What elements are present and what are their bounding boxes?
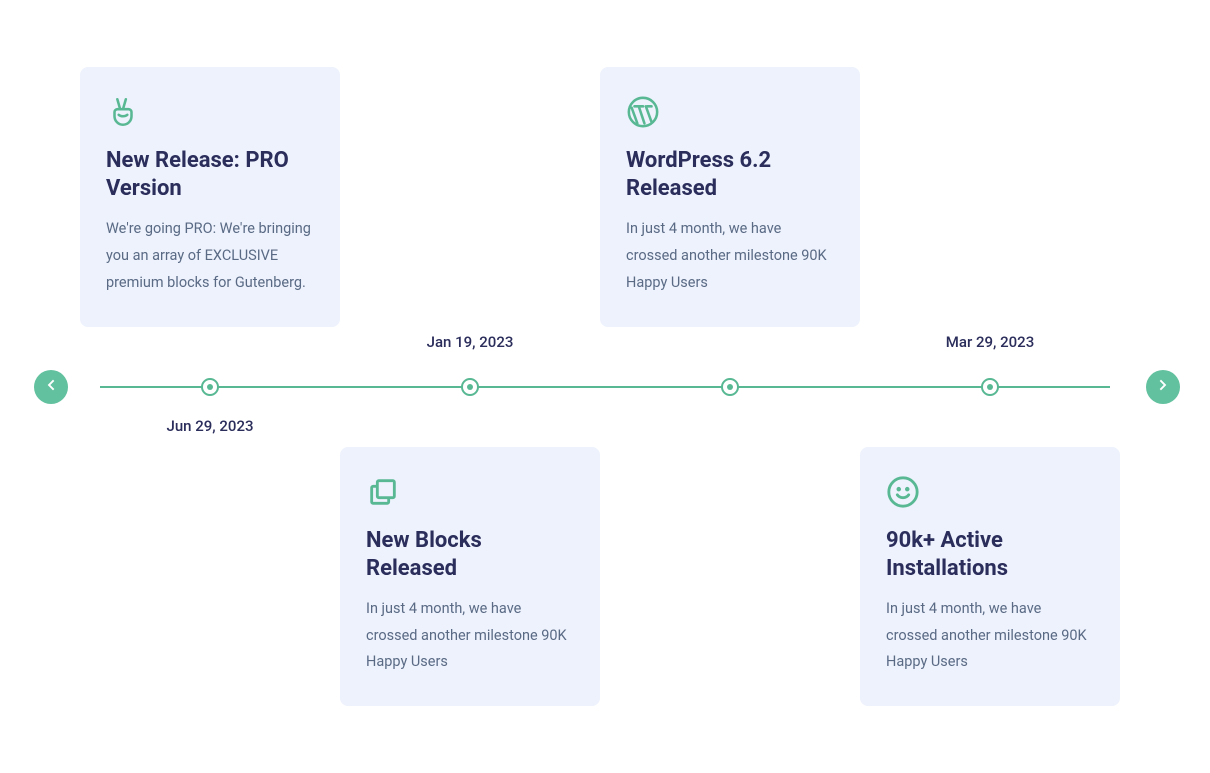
timeline-card-description: In just 4 month, we have crossed another… [626,216,834,296]
timeline-item: 90k+ Active Installations In just 4 mont… [860,447,1120,707]
timeline: New Release: PRO Version We're going PRO… [0,0,1210,773]
timeline-card: WordPress 6.2 Released In just 4 month, … [600,67,860,327]
timeline-date: Mar 29, 2023 [946,333,1034,351]
timeline-card: New Release: PRO Version We're going PRO… [80,67,340,327]
timeline-item: New Blocks Released In just 4 month, we … [340,447,600,707]
timeline-node [461,378,479,396]
peace-hand-icon [106,95,140,129]
timeline-card-description: In just 4 month, we have crossed another… [886,596,1094,676]
timeline-node [721,378,739,396]
timeline-item: WordPress 6.2 Released In just 4 month, … [600,67,860,327]
copy-icon [366,475,400,509]
timeline-card-title: New Blocks Released [366,527,574,584]
wordpress-icon [626,95,660,129]
timeline-track [100,386,1110,388]
chevron-right-icon [1155,377,1171,397]
timeline-node [981,378,999,396]
timeline-date: Jun 29, 2023 [167,417,254,435]
timeline-card-title: New Release: PRO Version [106,147,314,204]
timeline-card: 90k+ Active Installations In just 4 mont… [860,447,1120,707]
timeline-item: New Release: PRO Version We're going PRO… [80,67,340,327]
timeline-prev-button[interactable] [34,370,68,404]
timeline-card: New Blocks Released In just 4 month, we … [340,447,600,707]
timeline-next-button[interactable] [1146,370,1180,404]
smiley-icon [886,475,920,509]
timeline-card-title: 90k+ Active Installations [886,527,1094,584]
timeline-date: Jan 19, 2023 [427,333,514,351]
timeline-node [201,378,219,396]
timeline-card-title: WordPress 6.2 Released [626,147,834,204]
chevron-left-icon [43,377,59,397]
timeline-card-description: We're going PRO: We're bringing you an a… [106,216,314,296]
timeline-card-description: In just 4 month, we have crossed another… [366,596,574,676]
